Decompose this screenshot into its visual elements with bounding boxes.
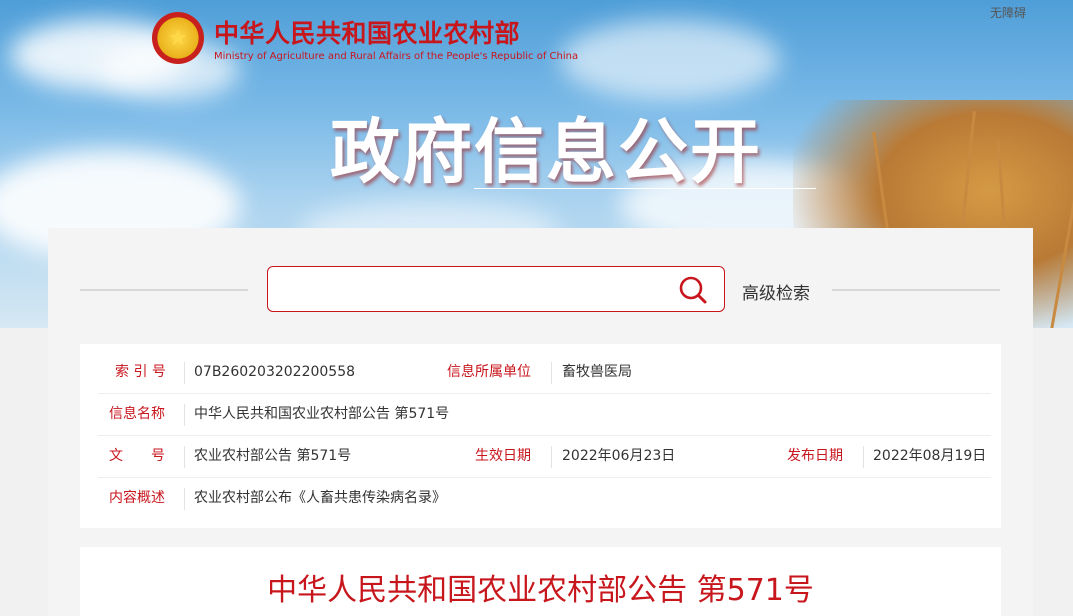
document-title: 中华人民共和国农业农村部公告 第571号 [267,573,814,608]
effective-label: 生效日期 [475,448,531,464]
index-label: 索 引 号 [115,364,166,380]
name-value: 中华人民共和国农业农村部公告 第571号 [194,406,450,422]
national-emblem-icon[interactable]: ★ [152,12,204,64]
ministry-name[interactable]: 中华人民共和国农业农村部 [214,14,520,50]
section-title: 政府信息公开 [330,111,762,193]
row-separator [551,362,552,384]
search-box[interactable] [267,266,725,312]
info-row-docno: 文 号 农业农村部公告 第571号 生效日期 2022年06月23日 发布日期 … [98,436,991,478]
row-separator [184,362,185,384]
doc-no-value: 农业农村部公告 第571号 [194,448,352,464]
info-row-summary: 内容概述 农业农村部公布《人畜共患传染病名录》 [98,478,991,520]
index-value: 07B260203202200558 [194,364,356,380]
effective-value: 2022年06月23日 [562,448,676,464]
title-divider [474,188,816,189]
name-label: 信息名称 [109,406,165,422]
info-row-name: 信息名称 中华人民共和国农业农村部公告 第571号 [98,394,991,436]
row-separator [184,488,185,510]
document-card: 中华人民共和国农业农村部公告 第571号 [80,547,1001,616]
search-bar: 高级检索 [80,266,1000,314]
unit-value: 畜牧兽医局 [562,364,632,380]
unit-label: 信息所属单位 [447,364,531,380]
publish-value: 2022年08月19日 [873,448,987,464]
search-input[interactable] [278,275,658,303]
row-separator [551,446,552,468]
row-separator [184,446,185,468]
publish-label: 发布日期 [787,448,843,464]
ministry-name-en: Ministry of Agriculture and Rural Affair… [214,51,579,62]
summary-label: 内容概述 [109,490,165,506]
accessibility-link[interactable]: 无障碍 [990,4,1026,21]
info-table: 索 引 号 07B260203202200558 信息所属单位 畜牧兽医局 信息… [80,344,1001,528]
search-divider-right [832,289,1000,291]
summary-value: 农业农村部公布《人畜共患传染病名录》 [194,490,446,506]
info-row-index: 索 引 号 07B260203202200558 信息所属单位 畜牧兽医局 [98,352,991,394]
advanced-search-link[interactable]: 高级检索 [742,279,810,304]
doc-no-label: 文 号 [109,448,165,464]
search-icon[interactable] [678,275,708,305]
row-separator [184,404,185,426]
search-divider-left [80,289,248,291]
row-separator [863,446,864,468]
